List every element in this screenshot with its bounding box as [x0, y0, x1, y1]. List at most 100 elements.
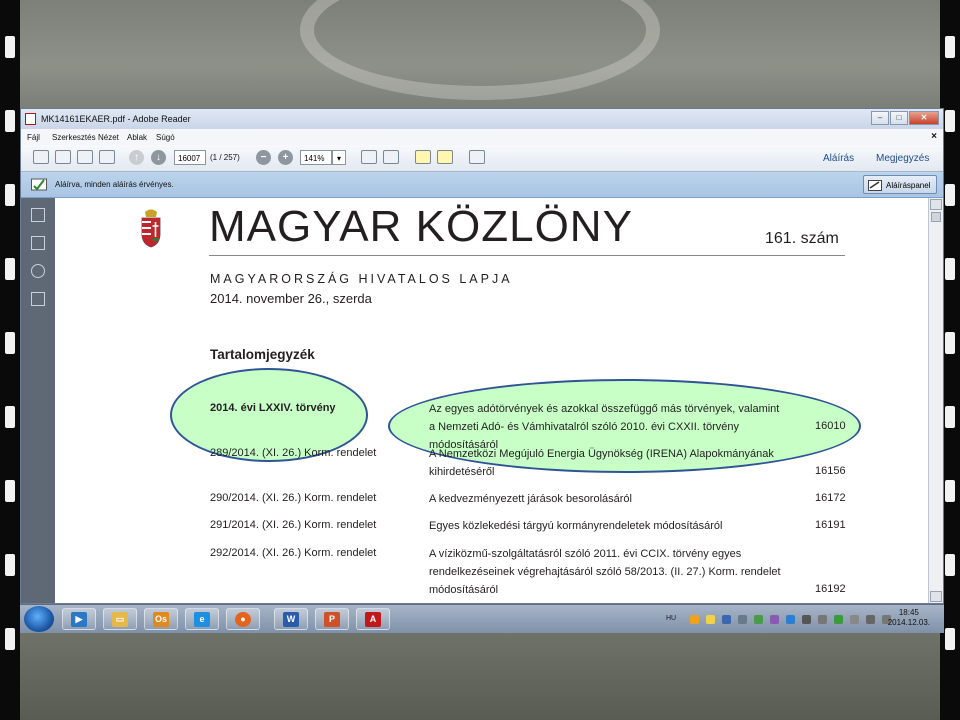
toc-row-5-line-2: rendelkezéseinek végrehajtásáról szóló 5… [429, 566, 781, 578]
scroll-thumb[interactable] [931, 212, 941, 222]
sign-tab[interactable]: Aláírás [823, 153, 854, 164]
taskbar-powerpoint[interactable]: P [315, 608, 349, 630]
toc-row-3-title: 290/2014. (XI. 26.) Korm. rendelet [210, 492, 377, 504]
highlight-icon[interactable] [437, 150, 453, 164]
toc-row-2-line-1: A Nemzetközi Megújuló Energia Ügynökség … [429, 448, 774, 460]
toc-row-5-line-3: módosításáról [429, 584, 499, 596]
full-screen-icon[interactable] [469, 150, 485, 164]
attachments-icon[interactable] [31, 264, 45, 278]
adobe-reader-window: MK14161EKAER.pdf - Adobe Reader – □ ✕ Fá… [20, 108, 944, 604]
taskbar-file-explorer[interactable]: ▭ [103, 608, 137, 630]
email-icon[interactable] [99, 150, 115, 164]
toc-row-3-line-1: A kedvezményezett járások besorolásáról [429, 493, 632, 505]
zoom-in-icon[interactable]: + [278, 150, 293, 165]
menu-window[interactable]: Ablak [127, 133, 147, 142]
film-hole [5, 110, 15, 132]
toc-row-2-page: 16156 [815, 465, 846, 477]
close-button[interactable]: ✕ [909, 111, 939, 125]
toolbar: ↑ ↓ 16007 (1 / 257) − + 141% ▾ Aláírás M… [21, 145, 943, 172]
minimize-button[interactable]: – [871, 111, 889, 125]
tray-icon-7[interactable] [786, 615, 795, 624]
menu-file[interactable]: Fájl [27, 133, 40, 142]
save-icon[interactable] [55, 150, 71, 164]
toc-row-4-page: 16191 [815, 519, 846, 531]
film-hole [5, 184, 15, 206]
previous-page-icon[interactable]: ↑ [129, 150, 144, 165]
signature-panel-label: Aláíráspanel [886, 181, 931, 190]
bookmarks-icon[interactable] [31, 236, 45, 250]
taskbar-outlook[interactable]: Os [144, 608, 178, 630]
zoom-input[interactable]: 141% [300, 150, 332, 165]
battery-icon[interactable] [850, 615, 859, 624]
clock-date: 2014.12.03. [887, 618, 930, 627]
window-title: MK14161EKAER.pdf - Adobe Reader [41, 114, 191, 124]
tray-icon-6[interactable] [770, 615, 779, 624]
signature-panel-button[interactable]: Aláíráspanel [863, 175, 937, 194]
flag-icon[interactable] [818, 615, 827, 624]
film-hole [945, 332, 955, 354]
taskbar-word[interactable]: W [274, 608, 308, 630]
film-hole [945, 406, 955, 428]
film-hole [945, 184, 955, 206]
document-view[interactable]: MAGYAR KÖZLÖNY 161. szám MAGYARORSZÁG HI… [55, 198, 929, 603]
toc-row-4-line-1: Egyes közlekedési tárgyú kormányrendelet… [429, 520, 723, 532]
taskbar-acrobat[interactable]: A [356, 608, 390, 630]
tray-icon-3[interactable] [722, 615, 731, 624]
fit-page-icon[interactable] [361, 150, 377, 164]
toc-row-2-description: A Nemzetközi Megújuló Energia Ügynökség … [429, 445, 799, 481]
scroll-down-icon[interactable] [930, 591, 942, 602]
document-title: MAGYAR KÖZLÖNY [209, 202, 633, 251]
pdf-page: MAGYAR KÖZLÖNY 161. szám MAGYARORSZÁG HI… [55, 198, 929, 603]
taskbar-firefox[interactable]: ● [226, 608, 260, 630]
film-hole [945, 258, 955, 280]
document-subtitle: MAGYARORSZÁG HIVATALOS LAPJA [210, 272, 513, 286]
tray-icon-2[interactable] [706, 615, 715, 624]
media-player-icon: ▶ [71, 612, 87, 627]
tray-icon-9[interactable] [834, 615, 843, 624]
close-document-icon[interactable]: × [931, 131, 937, 142]
film-hole [945, 36, 955, 58]
pdf-file-icon [25, 113, 36, 125]
zoom-dropdown-icon[interactable]: ▾ [332, 150, 346, 165]
vertical-scrollbar[interactable] [928, 198, 943, 603]
page-thumbnails-icon[interactable] [31, 208, 45, 222]
start-button[interactable] [24, 606, 54, 632]
internet-explorer-icon: e [194, 612, 210, 627]
taskbar-media-player[interactable]: ▶ [62, 608, 96, 630]
film-hole [5, 480, 15, 502]
acrobat-icon: A [365, 612, 381, 627]
clock[interactable]: 18:45 2014.12.03. [888, 608, 930, 628]
language-indicator[interactable]: HU [666, 615, 676, 622]
maximize-button[interactable]: □ [890, 111, 908, 125]
system-tray: HU 18:45 2014.12.03. [650, 605, 940, 633]
network-icon[interactable] [866, 615, 875, 624]
zoom-out-icon[interactable]: − [256, 150, 271, 165]
film-strip-left [0, 0, 20, 720]
tray-icon-4[interactable] [738, 615, 747, 624]
toc-row-1-title: 2014. évi LXXIV. törvény [210, 402, 336, 414]
menu-view[interactable]: Nézet [98, 133, 119, 142]
toc-row-5-title: 292/2014. (XI. 26.) Korm. rendelet [210, 547, 377, 559]
comment-tab[interactable]: Megjegyzés [876, 153, 929, 164]
menu-edit[interactable]: Szerkesztés [52, 133, 96, 142]
page-number-input[interactable]: 16007 [174, 150, 206, 165]
scroll-up-icon[interactable] [930, 199, 942, 210]
fit-width-icon[interactable] [383, 150, 399, 164]
next-page-icon[interactable]: ↓ [151, 150, 166, 165]
tray-icon-8[interactable] [802, 615, 811, 624]
comment-icon[interactable] [415, 150, 431, 164]
background-bottom [0, 632, 960, 720]
film-hole [945, 110, 955, 132]
menu-help[interactable]: Súgó [156, 133, 175, 142]
film-hole [5, 554, 15, 576]
tray-icon-1[interactable] [690, 615, 699, 624]
film-hole [945, 628, 955, 650]
window-controls: – □ ✕ [871, 111, 939, 125]
create-pdf-icon[interactable] [33, 150, 49, 164]
print-icon[interactable] [77, 150, 93, 164]
tray-icon-5[interactable] [754, 615, 763, 624]
signatures-icon[interactable] [31, 292, 45, 306]
film-hole [5, 36, 15, 58]
taskbar-internet-explorer[interactable]: e [185, 608, 219, 630]
signature-bar: Aláírva, minden aláírás érvényes. Aláírá… [21, 172, 943, 198]
